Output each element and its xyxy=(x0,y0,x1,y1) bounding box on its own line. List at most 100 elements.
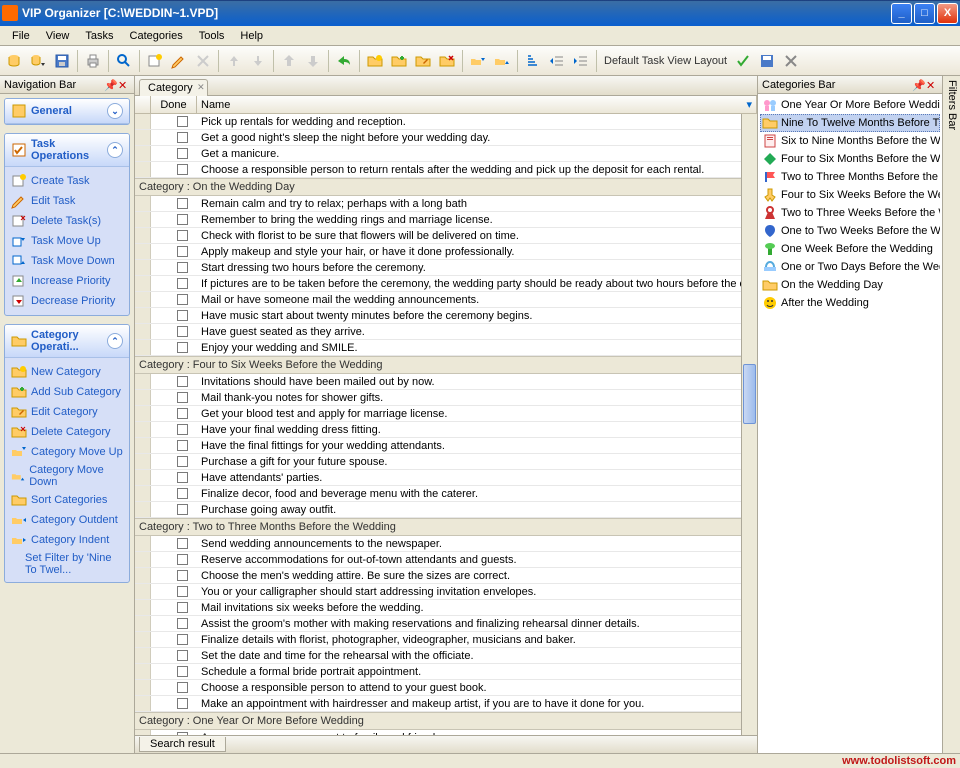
tab-category[interactable]: Category✕ xyxy=(139,79,208,96)
layout-apply-icon[interactable] xyxy=(732,50,754,72)
layout-delete-icon[interactable] xyxy=(780,50,802,72)
delete-task-icon[interactable] xyxy=(192,50,214,72)
task-down-icon[interactable] xyxy=(247,50,269,72)
new-task-icon[interactable] xyxy=(144,50,166,72)
outdent-icon[interactable] xyxy=(546,50,568,72)
done-checkbox[interactable] xyxy=(167,392,197,403)
group-header[interactable]: Category : One Year Or More Before Weddi… xyxy=(135,712,741,730)
nav-item[interactable]: Decrease Priority xyxy=(7,291,127,311)
nav-item[interactable]: New Category xyxy=(7,362,127,382)
done-checkbox[interactable] xyxy=(167,214,197,225)
tab-close-icon[interactable]: ✕ xyxy=(197,82,205,93)
task-row[interactable]: Mail invitations six weeks before the we… xyxy=(135,600,741,616)
task-row[interactable]: Finalize details with florist, photograp… xyxy=(135,632,741,648)
category-item[interactable]: Nine To Twelve Months Before The Wed xyxy=(760,114,940,132)
delete-cat-icon[interactable] xyxy=(436,50,458,72)
edit-cat-icon[interactable] xyxy=(412,50,434,72)
nav-item[interactable]: Set Filter by 'Nine To Twel... xyxy=(7,550,127,578)
task-row[interactable]: Get your blood test and apply for marria… xyxy=(135,406,741,422)
task-row[interactable]: Purchase a gift for your future spouse. xyxy=(135,454,741,470)
nav-item[interactable]: Edit Category xyxy=(7,402,127,422)
priority-up-icon[interactable] xyxy=(278,50,300,72)
nav-item[interactable]: Category Indent xyxy=(7,530,127,550)
group-header[interactable]: Category : Two to Three Months Before th… xyxy=(135,518,741,536)
col-gutter[interactable] xyxy=(135,96,151,113)
done-checkbox[interactable] xyxy=(167,682,197,693)
task-row[interactable]: Set the date and time for the rehearsal … xyxy=(135,648,741,664)
done-checkbox[interactable] xyxy=(167,650,197,661)
done-checkbox[interactable] xyxy=(167,116,197,127)
task-up-icon[interactable] xyxy=(223,50,245,72)
filters-bar[interactable]: Filters Bar xyxy=(942,76,960,753)
done-checkbox[interactable] xyxy=(167,488,197,499)
task-row[interactable]: Get a good night's sleep the night befor… xyxy=(135,130,741,146)
maximize-button[interactable]: □ xyxy=(914,3,935,24)
pin-icon[interactable]: 📌 xyxy=(912,79,924,91)
db-dropdown-icon[interactable] xyxy=(27,50,49,72)
export-icon[interactable] xyxy=(333,50,355,72)
nav-item[interactable]: Task Move Down xyxy=(7,251,127,271)
new-cat-icon[interactable] xyxy=(364,50,386,72)
nav-item[interactable]: Category Move Down xyxy=(7,462,127,490)
done-checkbox[interactable] xyxy=(167,310,197,321)
task-row[interactable]: Send wedding announcements to the newspa… xyxy=(135,536,741,552)
task-row[interactable]: Mail thank-you notes for shower gifts. xyxy=(135,390,741,406)
done-checkbox[interactable] xyxy=(167,456,197,467)
task-row[interactable]: Choose the men's wedding attire. Be sure… xyxy=(135,568,741,584)
col-done[interactable]: Done xyxy=(151,96,197,113)
done-checkbox[interactable] xyxy=(167,326,197,337)
task-row[interactable]: Finalize decor, food and beverage menu w… xyxy=(135,486,741,502)
category-item[interactable]: On the Wedding Day xyxy=(760,276,940,294)
task-row[interactable]: Remember to bring the wedding rings and … xyxy=(135,212,741,228)
category-item[interactable]: Four to Six Weeks Before the Wedding xyxy=(760,186,940,204)
category-item[interactable]: One Week Before the Wedding xyxy=(760,240,940,258)
group-header[interactable]: Category : Four to Six Weeks Before the … xyxy=(135,356,741,374)
done-checkbox[interactable] xyxy=(167,262,197,273)
col-name[interactable]: Name▾ xyxy=(197,96,757,113)
done-checkbox[interactable] xyxy=(167,538,197,549)
task-row[interactable]: If pictures are to be taken before the c… xyxy=(135,276,741,292)
task-row[interactable]: Choose a responsible person to return re… xyxy=(135,162,741,178)
task-row[interactable]: Invitations should have been mailed out … xyxy=(135,374,741,390)
task-row[interactable]: Enjoy your wedding and SMILE. xyxy=(135,340,741,356)
category-item[interactable]: After the Wedding xyxy=(760,294,940,312)
task-grid[interactable]: Pick up rentals for wedding and receptio… xyxy=(135,114,741,735)
done-checkbox[interactable] xyxy=(167,586,197,597)
new-db-icon[interactable] xyxy=(3,50,25,72)
category-item[interactable]: Six to Nine Months Before the Wedding xyxy=(760,132,940,150)
done-checkbox[interactable] xyxy=(167,164,197,175)
task-row[interactable]: Reserve accommodations for out-of-town a… xyxy=(135,552,741,568)
task-row[interactable]: Have guest seated as they arrive. xyxy=(135,324,741,340)
layout-save-icon[interactable] xyxy=(756,50,778,72)
chevron-up-icon[interactable]: ⌃ xyxy=(107,142,123,158)
edit-task-icon[interactable] xyxy=(168,50,190,72)
done-checkbox[interactable] xyxy=(167,278,197,289)
menu-view[interactable]: View xyxy=(38,28,78,44)
nav-item[interactable]: Add Sub Category xyxy=(7,382,127,402)
menu-help[interactable]: Help xyxy=(232,28,271,44)
minimize-button[interactable]: _ xyxy=(891,3,912,24)
nav-section-taskops[interactable]: Task Operations⌃ xyxy=(5,134,129,167)
nav-item[interactable]: Delete Category xyxy=(7,422,127,442)
category-item[interactable]: Four to Six Months Before the Wedding xyxy=(760,150,940,168)
task-row[interactable]: Choose a responsible person to attend to… xyxy=(135,680,741,696)
nav-section-general[interactable]: General⌄ xyxy=(5,99,129,124)
task-row[interactable]: Have attendants' parties. xyxy=(135,470,741,486)
task-row[interactable]: Assist the groom's mother with making re… xyxy=(135,616,741,632)
done-checkbox[interactable] xyxy=(167,440,197,451)
done-checkbox[interactable] xyxy=(167,472,197,483)
done-checkbox[interactable] xyxy=(167,504,197,515)
cat-up-icon[interactable] xyxy=(467,50,489,72)
task-row[interactable]: Have your final wedding dress fitting. xyxy=(135,422,741,438)
done-checkbox[interactable] xyxy=(167,424,197,435)
done-checkbox[interactable] xyxy=(167,246,197,257)
category-item[interactable]: One or Two Days Before the Wedding xyxy=(760,258,940,276)
done-checkbox[interactable] xyxy=(167,198,197,209)
cat-down-icon[interactable] xyxy=(491,50,513,72)
menu-categories[interactable]: Categories xyxy=(122,28,191,44)
task-row[interactable]: You or your calligrapher should start ad… xyxy=(135,584,741,600)
chevron-down-icon[interactable]: ⌄ xyxy=(107,103,123,119)
add-sub-cat-icon[interactable] xyxy=(388,50,410,72)
done-checkbox[interactable] xyxy=(167,294,197,305)
menu-file[interactable]: File xyxy=(4,28,38,44)
